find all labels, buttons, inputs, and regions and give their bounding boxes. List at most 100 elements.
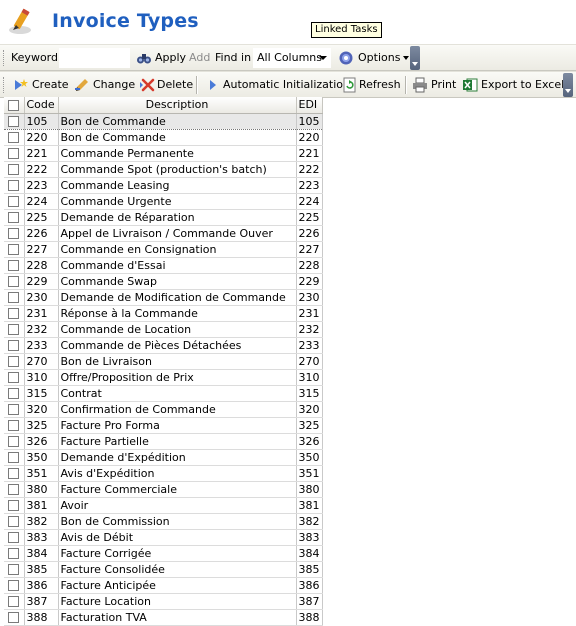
table-row[interactable]: 233 Commande de Pièces Détachées 233 — [4, 337, 323, 354]
gear-icon[interactable] — [338, 50, 354, 66]
row-checkbox[interactable] — [8, 500, 20, 511]
row-select-cell[interactable] — [4, 417, 25, 434]
create-icon[interactable] — [13, 77, 29, 93]
arrow-right-icon[interactable] — [205, 77, 221, 93]
row-checkbox[interactable] — [8, 532, 20, 543]
row-checkbox[interactable] — [8, 324, 20, 335]
select-all-checkbox[interactable] — [8, 99, 20, 111]
row-select-cell[interactable] — [4, 161, 25, 178]
table-row[interactable]: 325 Facture Pro Forma 325 — [4, 417, 323, 434]
row-checkbox[interactable] — [8, 388, 20, 399]
options-button[interactable]: Options — [358, 50, 410, 66]
row-checkbox[interactable] — [8, 180, 20, 191]
row-checkbox[interactable] — [8, 148, 20, 159]
apply-button[interactable]: Apply — [155, 50, 186, 66]
table-row[interactable]: 270 Bon de Livraison 270 — [4, 353, 323, 370]
row-checkbox[interactable] — [8, 308, 20, 319]
row-checkbox[interactable] — [8, 340, 20, 351]
row-checkbox[interactable] — [8, 372, 20, 383]
row-select-cell[interactable] — [4, 513, 25, 530]
row-select-cell[interactable] — [4, 433, 25, 450]
row-checkbox[interactable] — [8, 196, 20, 207]
table-row[interactable]: 382 Bon de Commission 382 — [4, 513, 323, 530]
row-checkbox[interactable] — [8, 484, 20, 495]
table-row[interactable]: 232 Commande de Location 232 — [4, 321, 323, 338]
row-checkbox[interactable] — [8, 452, 20, 463]
table-row[interactable]: 223 Commande Leasing 223 — [4, 177, 323, 194]
row-checkbox[interactable] — [8, 596, 20, 607]
printer-icon[interactable] — [412, 77, 428, 93]
row-select-cell[interactable] — [4, 273, 25, 290]
toolbar-grip[interactable] — [3, 50, 6, 66]
table-row[interactable]: 222 Commande Spot (production's batch) 222 — [4, 161, 323, 178]
row-checkbox[interactable] — [8, 548, 20, 559]
keyword-input[interactable] — [59, 48, 130, 68]
row-checkbox[interactable] — [8, 612, 20, 623]
add-button[interactable]: Add — [189, 50, 210, 66]
row-select-cell[interactable] — [4, 353, 25, 370]
refresh-icon[interactable] — [342, 77, 358, 93]
row-checkbox[interactable] — [8, 260, 20, 271]
row-select-cell[interactable] — [4, 529, 25, 546]
row-select-cell[interactable] — [4, 609, 25, 626]
table-row[interactable]: 388 Facturation TVA 388 — [4, 609, 323, 626]
row-select-cell[interactable] — [4, 177, 25, 194]
row-checkbox[interactable] — [8, 212, 20, 223]
table-row[interactable]: 386 Facture Anticipée 386 — [4, 577, 323, 594]
row-select-cell[interactable] — [4, 241, 25, 258]
row-checkbox[interactable] — [8, 580, 20, 591]
table-row[interactable]: 221 Commande Permanente 221 — [4, 145, 323, 162]
row-checkbox[interactable] — [8, 164, 20, 175]
row-select-cell[interactable] — [4, 305, 25, 322]
row-select-cell[interactable] — [4, 481, 25, 498]
row-select-cell[interactable] — [4, 112, 25, 130]
row-select-cell[interactable] — [4, 225, 25, 242]
print-button[interactable]: Print — [431, 77, 456, 93]
column-header-description[interactable]: Description — [58, 97, 297, 114]
table-row[interactable]: 320 Confirmation de Commande 320 — [4, 401, 323, 418]
change-button[interactable]: Change — [93, 77, 135, 93]
row-checkbox[interactable] — [8, 244, 20, 255]
binoculars-icon[interactable] — [136, 50, 152, 66]
table-row[interactable]: 231 Réponse à la Commande 231 — [4, 305, 323, 322]
table-row[interactable]: 350 Demande d'Expédition 350 — [4, 449, 323, 466]
toolbar-grip[interactable] — [3, 77, 6, 93]
table-row[interactable]: 387 Facture Location 387 — [4, 593, 323, 610]
row-select-cell[interactable] — [4, 209, 25, 226]
row-select-cell[interactable] — [4, 593, 25, 610]
table-row[interactable]: 220 Bon de Commande 220 — [4, 129, 323, 146]
row-select-cell[interactable] — [4, 289, 25, 306]
row-checkbox[interactable] — [8, 116, 20, 127]
row-select-cell[interactable] — [4, 337, 25, 354]
row-select-cell[interactable] — [4, 193, 25, 210]
row-checkbox[interactable] — [8, 436, 20, 447]
row-checkbox[interactable] — [8, 516, 20, 527]
excel-icon[interactable] — [462, 77, 478, 93]
row-select-cell[interactable] — [4, 577, 25, 594]
row-select-cell[interactable] — [4, 545, 25, 562]
table-row[interactable]: 384 Facture Corrigée 384 — [4, 545, 323, 562]
table-row[interactable]: 351 Avis d'Expédition 351 — [4, 465, 323, 482]
delete-button[interactable]: Delete — [157, 77, 193, 93]
table-row[interactable]: 225 Demande de Réparation 225 — [4, 209, 323, 226]
edit-pencil-icon[interactable] — [74, 77, 90, 93]
row-select-cell[interactable] — [4, 369, 25, 386]
row-select-cell[interactable] — [4, 497, 25, 514]
row-select-cell[interactable] — [4, 449, 25, 466]
export-to-excel-button[interactable]: Export to Excel — [481, 77, 564, 93]
row-checkbox[interactable] — [8, 564, 20, 575]
column-header-code[interactable]: Code — [24, 97, 59, 114]
row-select-cell[interactable] — [4, 257, 25, 274]
row-select-cell[interactable] — [4, 561, 25, 578]
column-header-edi[interactable]: EDI — [296, 97, 323, 114]
table-row[interactable]: 326 Facture Partielle 326 — [4, 433, 323, 450]
row-checkbox[interactable] — [8, 468, 20, 479]
table-row[interactable]: 226 Appel de Livraison / Commande Ouver 22… — [4, 225, 323, 242]
row-checkbox[interactable] — [8, 228, 20, 239]
table-row[interactable]: 385 Facture Consolidée 385 — [4, 561, 323, 578]
row-select-cell[interactable] — [4, 321, 25, 338]
select-all-header[interactable] — [4, 97, 25, 114]
table-row[interactable]: 229 Commande Swap 229 — [4, 273, 323, 290]
table-row[interactable]: 228 Commande d'Essai 228 — [4, 257, 323, 274]
table-row[interactable]: 227 Commande en Consignation 227 — [4, 241, 323, 258]
